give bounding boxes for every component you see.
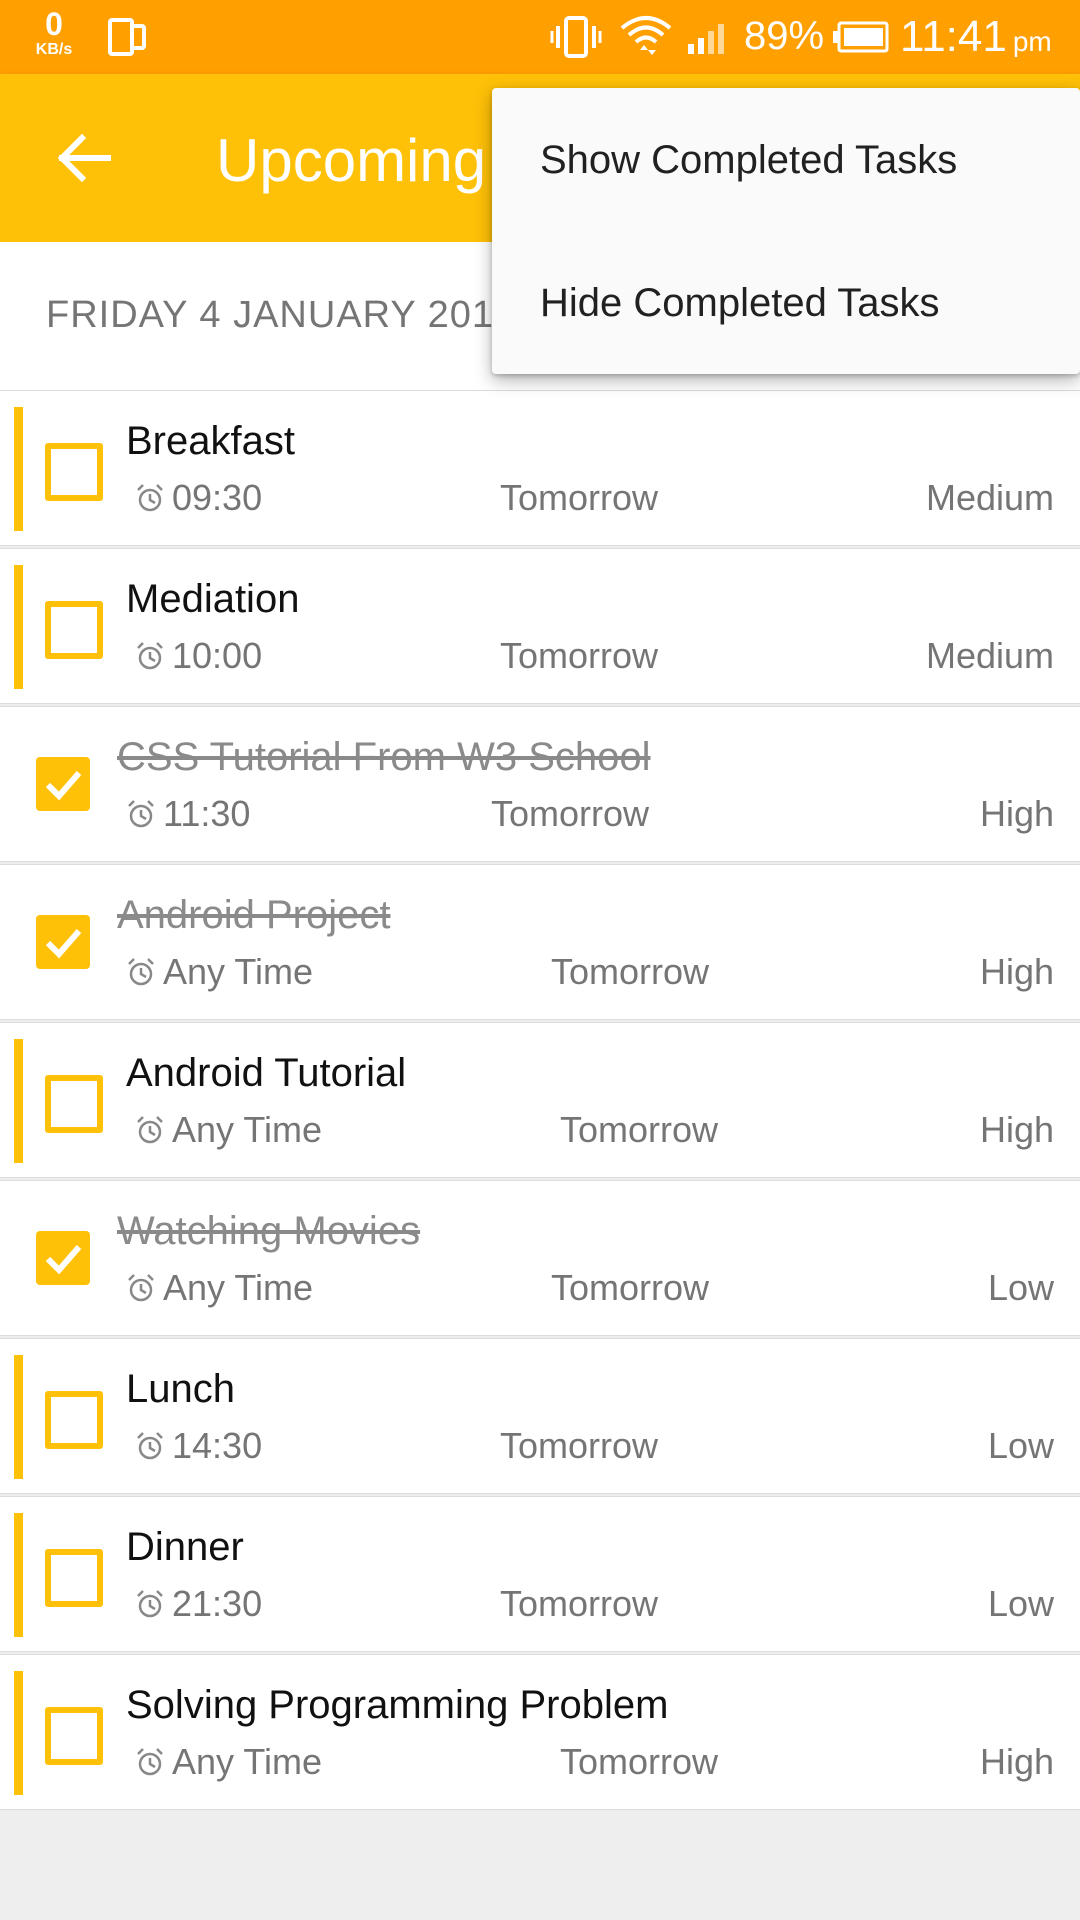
task-title: Android Project [117, 893, 391, 937]
task-time: Any Time [172, 1741, 323, 1782]
task-priority: Medium [925, 477, 1054, 518]
arrow-back-icon [57, 133, 111, 183]
task-meta: 21:30 Tomorrow Low [0, 1583, 1080, 1631]
task-title: CSS Tutorial From W3 School [117, 735, 651, 779]
task-meta: 10:00 Tomorrow Medium [0, 635, 1080, 683]
task-priority: High [979, 951, 1054, 992]
task-title: Watching Movies [117, 1209, 421, 1253]
task-priority: High [979, 1109, 1054, 1150]
menu-item-hide-completed[interactable]: Hide Completed Tasks [492, 231, 1080, 374]
task-row[interactable]: Dinner 21:30 Tomorrow Low [0, 1496, 1080, 1652]
alarm-clock-icon [136, 483, 164, 518]
network-speed: 0 KB/s [28, 8, 80, 58]
task-day: Tomorrow [551, 951, 710, 992]
wifi-icon [618, 10, 674, 67]
task-list: Breakfast 09:30 Tomorrow Medium Mediation 10:… [0, 390, 1080, 1812]
task-priority: High [979, 793, 1054, 834]
task-row[interactable]: Watching Movies Any Time Tomorrow Low [0, 1180, 1080, 1336]
task-meta: 14:30 Tomorrow Low [0, 1425, 1080, 1473]
task-title: Mediation [126, 577, 300, 621]
clock-time: 11:41 [900, 12, 1007, 61]
menu-item-label: Show Completed Tasks [540, 138, 958, 182]
page-title: Upcoming [216, 127, 487, 194]
task-day: Tomorrow [500, 1583, 659, 1624]
task-priority: Low [987, 1267, 1054, 1308]
task-priority: Low [987, 1583, 1054, 1624]
alarm-clock-icon [136, 1431, 164, 1466]
task-priority: Low [987, 1425, 1054, 1466]
task-time: 21:30 [172, 1583, 263, 1624]
alarm-clock-icon [136, 1589, 164, 1624]
alarm-clock-icon [136, 641, 164, 676]
task-priority: Medium [925, 635, 1054, 676]
clock: 11:41 pm [900, 12, 1052, 62]
task-title: Lunch [126, 1367, 235, 1411]
task-row[interactable]: Android Tutorial Any Time Tomorrow High [0, 1022, 1080, 1178]
alarm-clock-icon [136, 1115, 164, 1150]
task-meta: Any Time Tomorrow High [0, 1741, 1080, 1789]
battery-percent: 89% [744, 14, 825, 58]
task-time: 11:30 [163, 793, 251, 834]
task-meta: 09:30 Tomorrow Medium [0, 477, 1080, 525]
vibrate-icon [550, 14, 602, 65]
task-time: Any Time [163, 951, 314, 992]
signal-icon [686, 22, 730, 61]
task-time: Any Time [163, 1267, 314, 1308]
battery-icon [832, 20, 890, 59]
status-bar: 0 KB/s 89% 11:41 pm [0, 0, 1080, 74]
task-title: Dinner [126, 1525, 244, 1569]
task-row[interactable]: Lunch 14:30 Tomorrow Low [0, 1338, 1080, 1494]
task-row[interactable]: Mediation 10:00 Tomorrow Medium [0, 548, 1080, 704]
task-row[interactable]: CSS Tutorial From W3 School 11:30 Tomorrow… [0, 706, 1080, 862]
menu-item-label: Hide Completed Tasks [540, 281, 940, 325]
task-day: Tomorrow [560, 1741, 719, 1782]
task-meta: Any Time Tomorrow High [0, 951, 1080, 999]
task-day: Tomorrow [500, 1425, 659, 1466]
alarm-clock-icon [127, 1273, 155, 1308]
task-title: Solving Programming Problem [126, 1683, 669, 1727]
clock-ampm: pm [1012, 26, 1052, 57]
task-meta: Any Time Tomorrow High [0, 1109, 1080, 1157]
task-day: Tomorrow [551, 1267, 710, 1308]
task-row[interactable]: Breakfast 09:30 Tomorrow Medium [0, 390, 1080, 546]
task-day: Tomorrow [500, 635, 659, 676]
overflow-menu: Show Completed Tasks Hide Completed Task… [492, 88, 1080, 374]
task-time: Any Time [172, 1109, 323, 1150]
back-button[interactable] [48, 122, 120, 194]
task-time: 10:00 [172, 635, 263, 676]
task-time: 09:30 [172, 477, 263, 518]
network-speed-unit: KB/s [35, 41, 73, 58]
alarm-clock-icon [127, 799, 155, 834]
network-speed-value: 0 [45, 6, 63, 42]
screen-mirror-icon [106, 16, 148, 63]
task-title: Android Tutorial [126, 1051, 407, 1095]
task-row[interactable]: Solving Programming Problem Any Time Tomor… [0, 1654, 1080, 1810]
task-title: Breakfast [126, 419, 295, 463]
task-meta: Any Time Tomorrow Low [0, 1267, 1080, 1315]
task-day: Tomorrow [500, 477, 659, 518]
task-priority: High [979, 1741, 1054, 1782]
task-row[interactable]: Android Project Any Time Tomorrow High [0, 864, 1080, 1020]
task-day: Tomorrow [491, 793, 650, 834]
task-day: Tomorrow [560, 1109, 719, 1150]
date-label: FRIDAY 4 JANUARY 201 [46, 294, 495, 336]
task-meta: 11:30 Tomorrow High [0, 793, 1080, 841]
task-time: 14:30 [172, 1425, 263, 1466]
alarm-clock-icon [127, 957, 155, 992]
alarm-clock-icon [136, 1747, 164, 1782]
menu-item-show-completed[interactable]: Show Completed Tasks [492, 88, 1080, 231]
